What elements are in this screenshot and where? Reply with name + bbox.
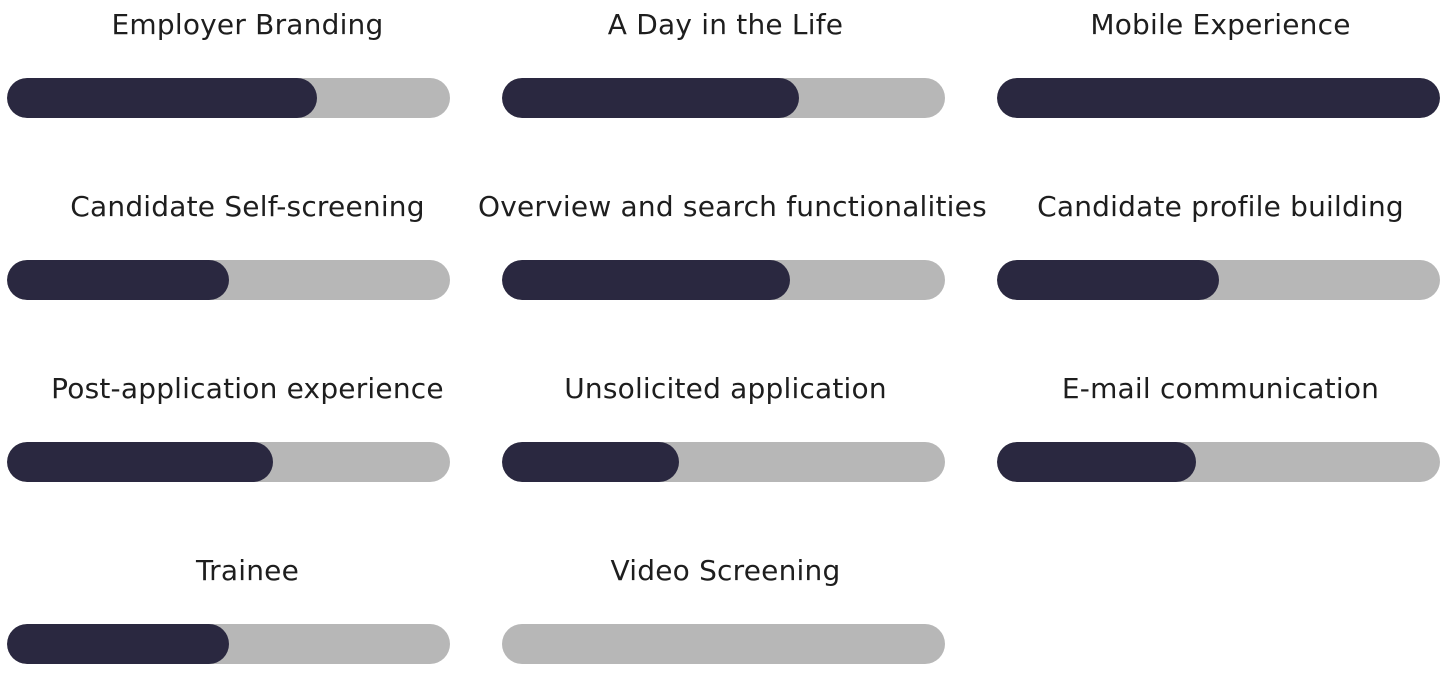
progress-fill bbox=[7, 78, 318, 118]
progress-fill bbox=[502, 260, 790, 300]
progress-fill bbox=[502, 78, 799, 118]
progress-track bbox=[7, 624, 450, 664]
progress-track bbox=[997, 78, 1440, 118]
progress-fill bbox=[7, 624, 229, 664]
progress-fill bbox=[7, 442, 273, 482]
progress-track bbox=[7, 78, 450, 118]
skill-label: Candidate profile building bbox=[1037, 190, 1404, 223]
skill-label: Overview and search functionalities bbox=[478, 190, 987, 223]
progress-fill bbox=[997, 78, 1440, 118]
skill-label: Mobile Experience bbox=[1090, 8, 1351, 41]
skill-item-email-communication: E-mail communication bbox=[973, 364, 1453, 504]
skill-item-candidate-profile-building: Candidate profile building bbox=[973, 182, 1453, 322]
skill-label: E-mail communication bbox=[1061, 372, 1380, 405]
skill-label: Unsolicited application bbox=[564, 372, 887, 405]
progress-track bbox=[502, 78, 945, 118]
skill-item-candidate-self-screening: Candidate Self-screening bbox=[0, 182, 495, 322]
skill-label: Trainee bbox=[195, 554, 300, 587]
progress-track bbox=[7, 442, 450, 482]
progress-fill bbox=[7, 260, 229, 300]
progress-track bbox=[997, 442, 1440, 482]
progress-fill bbox=[997, 260, 1219, 300]
skill-label: Candidate Self-screening bbox=[70, 190, 425, 223]
skills-grid: Employer Branding A Day in the Life Mobi… bbox=[0, 0, 1453, 664]
skill-item-mobile-experience: Mobile Experience bbox=[973, 0, 1453, 140]
skill-item-overview-and-search: Overview and search functionalities bbox=[478, 182, 987, 322]
skill-label: A Day in the Life bbox=[607, 8, 844, 41]
progress-track bbox=[502, 260, 945, 300]
skill-label: Video Screening bbox=[610, 554, 841, 587]
skill-item-a-day-in-the-life: A Day in the Life bbox=[478, 0, 973, 140]
progress-track bbox=[502, 624, 945, 664]
skill-label: Employer Branding bbox=[111, 8, 384, 41]
skill-item-unsolicited-application: Unsolicited application bbox=[478, 364, 973, 504]
progress-fill bbox=[502, 442, 680, 482]
progress-track bbox=[502, 442, 945, 482]
skill-item-video-screening: Video Screening bbox=[478, 546, 973, 686]
skill-label: Post-application experience bbox=[51, 372, 444, 405]
skill-item-trainee: Trainee bbox=[0, 546, 495, 686]
skill-item-employer-branding: Employer Branding bbox=[0, 0, 495, 140]
skill-item-post-application-experience: Post-application experience bbox=[0, 364, 495, 504]
progress-fill bbox=[997, 442, 1197, 482]
progress-track bbox=[997, 260, 1440, 300]
progress-track bbox=[7, 260, 450, 300]
